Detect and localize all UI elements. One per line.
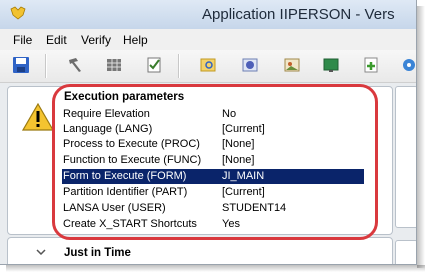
toolbar-separator: [178, 54, 180, 78]
gear-icon[interactable]: [241, 56, 259, 74]
menu-verify[interactable]: Verify: [81, 33, 111, 47]
image-icon[interactable]: [283, 56, 301, 74]
menu-help[interactable]: Help: [123, 33, 148, 47]
grid-icon[interactable]: [105, 56, 123, 74]
window-title: Application IIPERSON - Vers: [202, 6, 395, 23]
checklist-icon[interactable]: [145, 56, 163, 74]
toolbar: [0, 50, 416, 83]
add-icon[interactable]: [362, 56, 380, 74]
application-window: Application IIPERSON - Vers File Edit Ve…: [0, 0, 417, 265]
title-bar: Application IIPERSON - Vers: [0, 0, 416, 29]
right-panel-box: [395, 86, 416, 228]
window-shadow: [6, 265, 425, 272]
save-icon[interactable]: [12, 56, 30, 74]
right-panel-box: [395, 240, 416, 264]
just-in-time-heading: Just in Time: [64, 247, 131, 259]
settings-icon[interactable]: [400, 56, 417, 74]
right-panel: [395, 86, 416, 264]
menu-bar: File Edit Verify Help: [0, 29, 416, 50]
warning-icon: [22, 103, 54, 131]
chevron-down-icon[interactable]: [34, 246, 48, 260]
open-folder-icon[interactable]: [199, 56, 217, 74]
hammer-icon[interactable]: [66, 56, 84, 74]
window-shadow: [417, 6, 425, 268]
app-icon: [10, 6, 26, 20]
menu-file[interactable]: File: [13, 33, 32, 47]
monitor-icon[interactable]: [322, 56, 340, 74]
toolbar-separator: [45, 54, 47, 78]
menu-edit[interactable]: Edit: [46, 33, 67, 47]
highlight-outline: [52, 84, 378, 240]
